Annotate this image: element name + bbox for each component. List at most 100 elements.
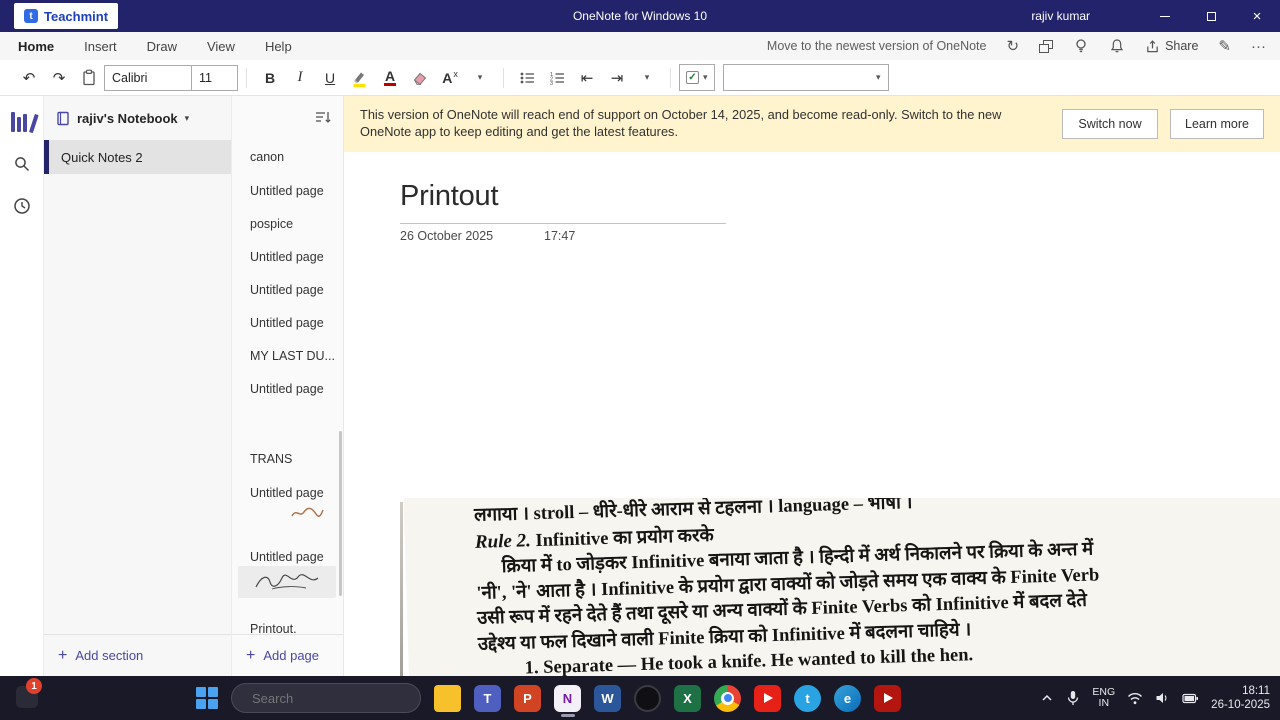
volume-icon[interactable] (1155, 691, 1170, 705)
paragraph-more-chevron-icon[interactable]: ▾ (632, 64, 662, 92)
taskbar-app-onenote[interactable]: N (554, 676, 581, 720)
section-item-quick-notes-2[interactable]: Quick Notes 2 (44, 140, 231, 174)
add-page-button[interactable]: + Add page (232, 634, 343, 676)
font-size-select[interactable]: 11 (192, 64, 238, 91)
taskbar-clock[interactable]: 18:11 26-10-2025 (1211, 684, 1270, 712)
taskbar-app-telegram[interactable]: t (794, 676, 821, 720)
indent-button[interactable]: ⇥ (602, 64, 632, 92)
sync-icon[interactable]: ↻ (1006, 39, 1019, 54)
undo-button[interactable]: ↶ (14, 64, 44, 92)
notebook-header[interactable]: rajiv's Notebook ▾ (44, 96, 231, 140)
page-item[interactable]: TRANS (232, 444, 339, 474)
scan-page-edge (400, 502, 403, 676)
font-more-chevron-icon[interactable]: ▾ (465, 64, 495, 92)
search-input[interactable] (252, 690, 428, 706)
format-painter-button[interactable] (405, 64, 435, 92)
bold-button[interactable]: B (255, 64, 285, 92)
scanned-image[interactable]: – यश बदलना । लगाया । stroll – धीरे-धीरे … (400, 498, 1280, 676)
microphone-icon[interactable] (1066, 690, 1080, 706)
taskbar-app-youtube[interactable] (754, 676, 781, 720)
notebooks-button[interactable] (0, 104, 44, 140)
todo-tag-select[interactable]: ✓ ▾ (679, 64, 715, 91)
numbered-list-button[interactable]: 123 (542, 64, 572, 92)
highlighter-icon (353, 72, 366, 87)
minimize-button[interactable] (1142, 0, 1188, 32)
taskbar-app-excel[interactable]: X (674, 676, 701, 720)
outdent-button[interactable]: ⇤ (572, 64, 602, 92)
tab-insert[interactable]: Insert (84, 39, 117, 54)
add-section-label: Add section (75, 648, 144, 663)
close-button[interactable]: × (1234, 0, 1280, 32)
search-button[interactable] (0, 146, 44, 182)
font-color-button[interactable]: A (375, 64, 405, 92)
page-canvas[interactable]: Printout 26 October 2025 17:47 – यश बदलन… (344, 152, 1280, 676)
recent-notes-button[interactable] (0, 188, 44, 224)
switch-now-button[interactable]: Switch now (1062, 109, 1158, 139)
italic-button[interactable]: I (285, 64, 315, 92)
language-indicator[interactable]: ENG IN (1092, 687, 1115, 709)
font-color-icon: A (383, 68, 397, 86)
telegram-icon: t (794, 684, 821, 712)
taskbar-app-edge[interactable]: e (834, 676, 861, 720)
page-item[interactable]: MY LAST DU... (232, 341, 339, 371)
edge-icon: e (834, 684, 861, 712)
sort-pages-button[interactable] (315, 110, 331, 125)
page-thumbnail-signature[interactable] (238, 566, 336, 598)
inking-pen-icon[interactable]: ✎ (1218, 39, 1231, 54)
clock-icon (14, 198, 30, 214)
clear-formatting-button[interactable]: Ax (435, 64, 465, 92)
page-item[interactable]: Untitled page (232, 374, 339, 404)
notifications-bell-icon[interactable] (1109, 38, 1125, 54)
page-title[interactable]: Printout (400, 180, 499, 213)
tag-dropdown[interactable]: ▾ (722, 64, 889, 91)
taskbar-app-chrome[interactable] (714, 676, 741, 720)
page-item[interactable]: Untitled page (232, 176, 339, 206)
chrome-icon (714, 684, 741, 712)
taskbar-app-teams[interactable]: T (474, 676, 501, 720)
page-item[interactable]: pospice (232, 209, 339, 239)
notification-badge[interactable]: 1 (26, 678, 42, 694)
pages-panel: canon Untitled page pospice Untitled pag… (232, 96, 344, 676)
font-family-select[interactable]: Calibri (104, 64, 192, 91)
tab-home[interactable]: Home (18, 39, 54, 54)
start-button[interactable] (196, 676, 218, 720)
battery-icon[interactable] (1182, 692, 1199, 705)
taskbar-app-word[interactable]: W (594, 676, 621, 720)
tab-help[interactable]: Help (265, 39, 292, 54)
tab-view[interactable]: View (207, 39, 235, 54)
notebooks-icon (11, 112, 39, 134)
page-item[interactable]: Untitled page (232, 275, 339, 305)
page-thumbnail-ink-sketch[interactable] (290, 504, 324, 522)
navigation-rail (0, 96, 44, 676)
page-item[interactable]: Untitled page (232, 242, 339, 272)
file-explorer-icon (434, 684, 461, 712)
tab-draw[interactable]: Draw (147, 39, 177, 54)
tray-overflow-chevron-icon[interactable] (1040, 693, 1054, 703)
page-item[interactable]: canon (232, 142, 339, 172)
search-icon (15, 157, 30, 172)
underline-button[interactable]: U (315, 64, 345, 92)
bullet-list-icon (520, 72, 534, 83)
feedback-window-icon[interactable] (1039, 39, 1054, 53)
page-item[interactable]: Untitled page (232, 308, 339, 338)
maximize-button[interactable] (1188, 0, 1234, 32)
taskbar-app-obs[interactable] (634, 676, 661, 720)
taskbar-search[interactable] (231, 676, 428, 720)
taskbar-app-file-explorer[interactable] (434, 676, 461, 720)
lightbulb-icon[interactable] (1073, 38, 1089, 54)
highlighter-button[interactable] (345, 64, 375, 92)
share-button[interactable]: Share (1145, 39, 1198, 54)
bullet-list-button[interactable] (512, 64, 542, 92)
wifi-icon[interactable] (1127, 692, 1143, 705)
paste-button[interactable] (74, 64, 104, 92)
youtube-studio-icon (874, 684, 901, 712)
redo-button[interactable]: ↷ (44, 64, 74, 92)
pages-scrollbar[interactable] (339, 431, 342, 596)
learn-more-button[interactable]: Learn more (1170, 109, 1264, 139)
add-section-button[interactable]: + Add section (44, 634, 231, 676)
taskbar-app-powerpoint[interactable]: P (514, 676, 541, 720)
more-options-icon[interactable]: ··· (1251, 39, 1266, 54)
ribbon-tab-row: Home Insert Draw View Help Move to the n… (0, 32, 1280, 60)
taskbar-app-youtube-studio[interactable] (874, 676, 901, 720)
signed-in-user[interactable]: rajiv kumar (1031, 0, 1090, 32)
